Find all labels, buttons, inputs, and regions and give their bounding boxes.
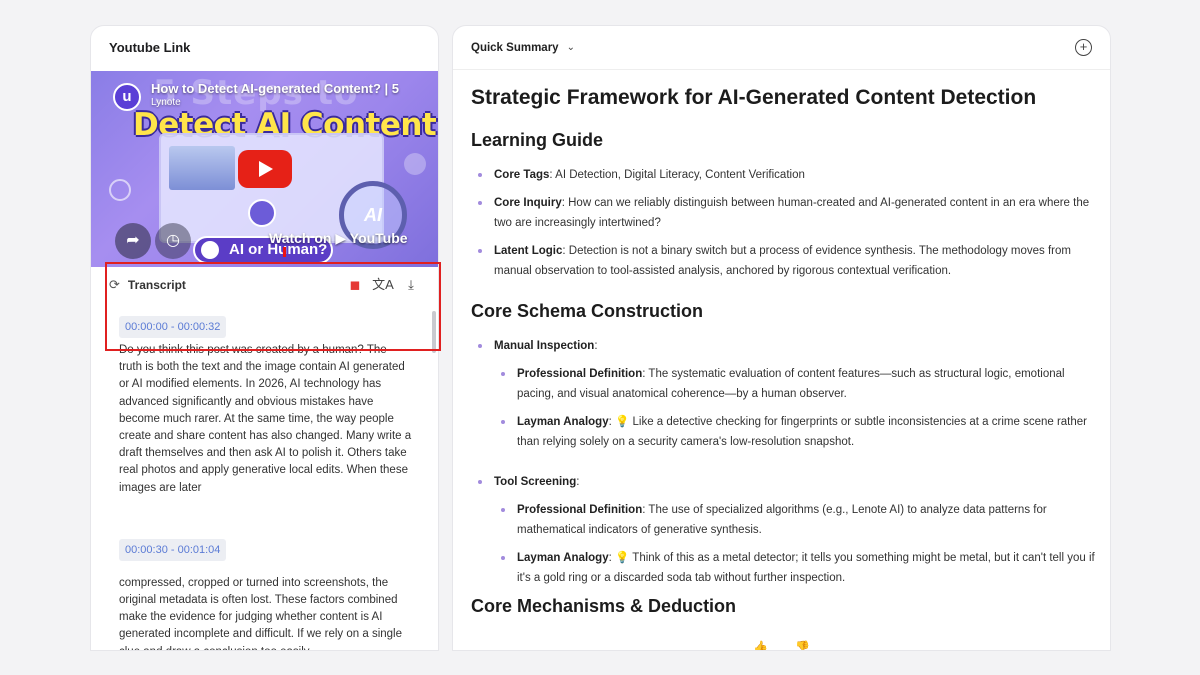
document-icon (404, 153, 426, 175)
item-label: Layman Analogy (517, 416, 609, 428)
section-heading: Core Mechanisms & Deduction (471, 596, 737, 616)
item-text: : Detection is not a binary switch but a… (494, 245, 1071, 277)
item-label: Layman Analogy (517, 552, 609, 564)
item-label: Core Inquiry (494, 197, 562, 209)
list-item: Layman Analogy: 💡 Think of this as a met… (471, 548, 1096, 588)
item-text: : How can we reliably distinguish betwee… (494, 197, 1090, 229)
gear-icon (109, 179, 131, 201)
item-label: Latent Logic (494, 245, 563, 257)
refresh-icon[interactable]: ⟳ (109, 277, 120, 293)
timestamp-chip[interactable]: 00:00:00 - 00:00:32 (119, 316, 227, 338)
list-item: Core Inquiry: How can we reliably distin… (471, 193, 1096, 233)
user-icon (201, 241, 219, 259)
thumbs-down-icon[interactable]: 👎 (795, 640, 810, 650)
transcript-list[interactable]: 00:00:00 - 00:00:32 Do you think this po… (91, 306, 438, 650)
watch-on-youtube-link[interactable]: Watch on ▶ YouTube (269, 230, 408, 247)
item-label: Tool Screening (494, 476, 577, 488)
chevron-down-icon[interactable]: ⌄ (567, 42, 575, 53)
video-player[interactable]: 5 Steps to Detect AI Content AI u How to… (91, 71, 438, 267)
add-icon[interactable]: + (1075, 39, 1092, 56)
summary-panel: Quick Summary ⌄ + Strategic Framework fo… (452, 25, 1111, 651)
channel-name[interactable]: Lynote (151, 97, 181, 108)
panel-title: Youtube Link (109, 40, 191, 55)
channel-logo[interactable]: u (113, 83, 141, 111)
annotation-mark (283, 247, 286, 257)
play-button[interactable] (238, 150, 292, 188)
translate-icon[interactable]: 文A (372, 274, 394, 296)
thumbs-up-icon[interactable]: 👍 (753, 640, 768, 650)
summary-header: Quick Summary ⌄ + (453, 26, 1110, 70)
transcript-segment: 00:00:00 - 00:00:32 Do you think this po… (119, 306, 412, 497)
download-icon[interactable]: ⤓ (400, 274, 422, 296)
item-label: Core Tags (494, 169, 550, 181)
transcript-toolbar: ⟳ Transcript ◼ 文A ⤓ (91, 267, 438, 303)
list-item: Manual Inspection: (471, 336, 1096, 356)
timestamp-chip[interactable]: 00:00:30 - 00:01:04 (119, 538, 227, 561)
video-title[interactable]: How to Detect AI-generated Content? | 5 (151, 81, 399, 96)
search-icon (248, 199, 276, 227)
summary-content: Strategic Framework for AI-Generated Con… (471, 86, 1096, 631)
ai-assist-icon[interactable]: ◼ (344, 274, 366, 296)
transcript-segment: 00:00:30 - 00:01:04 compressed, cropped … (119, 529, 412, 650)
item-label: Manual Inspection (494, 340, 595, 352)
item-text: : AI Detection, Digital Literacy, Conten… (549, 169, 805, 181)
list-item: Professional Definition: The use of spec… (471, 500, 1096, 540)
list-item: Professional Definition: The systematic … (471, 364, 1096, 404)
list-item: Tool Screening: (471, 472, 1096, 492)
segment-text: compressed, cropped or turned into scree… (119, 576, 402, 650)
image-icon (169, 146, 235, 190)
summary-title: Strategic Framework for AI-Generated Con… (471, 86, 1037, 109)
section-heading: Core Schema Construction (471, 301, 704, 321)
summary-type-dropdown[interactable]: Quick Summary (471, 42, 559, 54)
watch-later-icon[interactable]: ◷ (155, 223, 191, 259)
feedback-bar: 👍 👎 (753, 640, 834, 650)
list-item: Latent Logic: Detection is not a binary … (471, 241, 1096, 281)
share-icon[interactable]: ➦ (115, 223, 151, 259)
list-item: Core Tags: AI Detection, Digital Literac… (471, 165, 1096, 185)
youtube-panel: Youtube Link 5 Steps to Detect AI Conten… (90, 25, 439, 651)
segment-text: Do you think this post was created by a … (119, 344, 412, 494)
section-heading: Learning Guide (471, 130, 604, 150)
list-item: Layman Analogy: 💡 Like a detective check… (471, 412, 1096, 452)
transcript-label: Transcript (127, 278, 186, 292)
item-label: Professional Definition (517, 504, 643, 516)
scrollbar[interactable] (432, 311, 436, 353)
item-label: Professional Definition (517, 368, 643, 380)
